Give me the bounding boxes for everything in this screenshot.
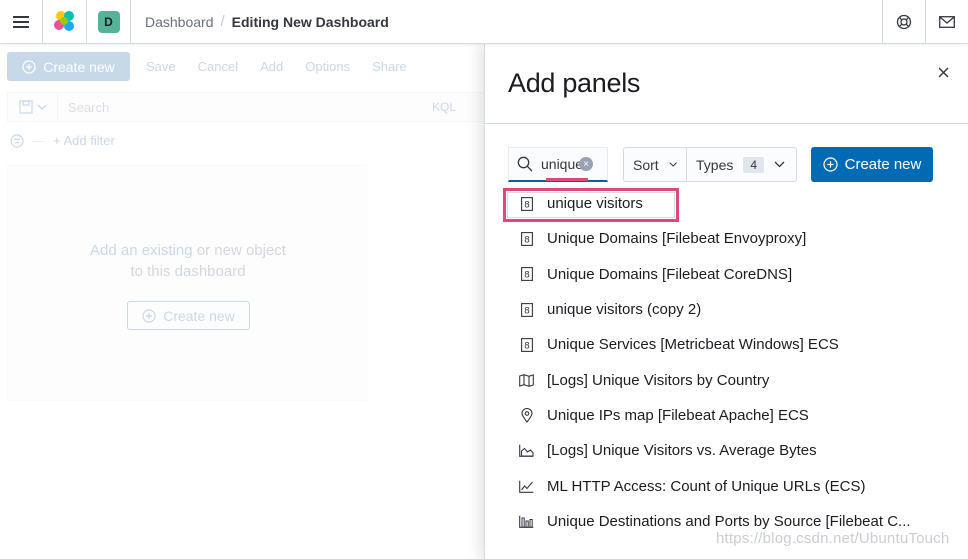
map-pin-icon	[519, 407, 534, 423]
query-language-toggle[interactable]: KQL	[432, 100, 456, 114]
empty-text-rest: or new object	[192, 242, 286, 259]
search-icon	[517, 156, 533, 172]
svg-text:8: 8	[524, 235, 530, 245]
close-icon	[938, 67, 948, 77]
result-label: Unique IPs map [Filebeat Apache] ECS	[547, 406, 809, 424]
elastic-logo[interactable]	[43, 0, 87, 44]
filter-options-icon[interactable]	[10, 133, 24, 148]
list-item[interactable]: Unique IPs map [Filebeat Apache] ECS	[519, 398, 959, 433]
menu-button[interactable]	[0, 0, 43, 44]
dashboard-create-new-label: Create new	[43, 58, 115, 75]
chevron-down-icon	[37, 104, 46, 110]
metric-icon: 8	[519, 302, 534, 318]
query-bar: Search KQL	[7, 92, 485, 122]
line-chart-icon	[519, 478, 534, 494]
add-existing-link[interactable]: Add an existing	[90, 242, 193, 259]
clear-search-icon[interactable]: ×	[579, 157, 594, 171]
list-item[interactable]: 8 Unique Domains [Filebeat Envoyproxy]	[519, 221, 959, 256]
metric-icon: 8	[519, 337, 534, 353]
empty-dashboard-message: Add an existing or new object to this da…	[8, 240, 368, 282]
svg-text:8: 8	[524, 271, 530, 281]
result-label: Unique Destinations and Ports by Source …	[547, 512, 911, 530]
list-item[interactable]: [Logs] Unique Visitors vs. Average Bytes	[519, 433, 959, 468]
elastic-logo-icon	[53, 10, 74, 31]
filter-separator: —	[32, 133, 45, 148]
newsfeed-button[interactable]	[925, 0, 968, 44]
flyout-divider	[485, 123, 968, 124]
types-count-badge: 4	[743, 156, 765, 173]
saved-object-results: 8 unique visitors 8 Unique Domains [File…	[519, 186, 959, 539]
saved-query-button[interactable]	[8, 93, 58, 121]
breadcrumb-current: Editing New Dashboard	[231, 13, 389, 30]
breadcrumb-separator: /	[220, 13, 225, 30]
filter-row: — + Add filter	[10, 133, 115, 148]
bar-chart-icon	[519, 513, 534, 529]
svg-text:8: 8	[524, 341, 530, 351]
nav-save[interactable]: Save	[146, 59, 176, 74]
flyout-create-new-button[interactable]: Create new	[811, 147, 933, 182]
result-label: Unique Services [Metricbeat Windows] ECS	[547, 336, 839, 354]
types-filter-button[interactable]: Types 4	[687, 148, 796, 181]
nav-add[interactable]: Add	[260, 59, 283, 74]
list-item[interactable]: 8 Unique Domains [Filebeat CoreDNS]	[519, 257, 959, 292]
search-annotation-underline	[546, 178, 588, 181]
result-label: Unique Domains [Filebeat Envoyproxy]	[547, 230, 807, 248]
metric-icon: 8	[519, 266, 534, 282]
list-item[interactable]: ML HTTP Access: Count of Unique URLs (EC…	[519, 468, 959, 503]
list-item[interactable]: [Logs] Unique Visitors by Country	[519, 362, 959, 397]
map-icon	[519, 372, 534, 388]
svg-text:8: 8	[524, 306, 530, 316]
add-filter-link[interactable]: + Add filter	[53, 133, 115, 148]
dashboard-top-nav: Create new Save Cancel Add Options Share	[7, 52, 429, 81]
plus-circle-icon	[823, 157, 838, 172]
empty-create-new-label: Create new	[163, 307, 235, 324]
breadcrumb: Dashboard / Editing New Dashboard	[131, 13, 882, 30]
space-selector[interactable]: D	[87, 0, 131, 44]
nav-share[interactable]: Share	[372, 59, 407, 74]
empty-create-new-button[interactable]: Create new	[127, 301, 250, 330]
chevron-down-icon	[774, 161, 785, 168]
add-panels-flyout: Add panels unique × Sort Types 4 Create …	[484, 44, 968, 559]
panel-search-input[interactable]: unique ×	[508, 147, 608, 182]
plus-circle-icon	[22, 59, 36, 74]
flyout-close-button[interactable]	[933, 62, 953, 82]
breadcrumb-dashboard[interactable]: Dashboard	[145, 14, 214, 30]
result-label: Unique Domains [Filebeat CoreDNS]	[547, 265, 793, 283]
flyout-create-new-label: Create new	[844, 156, 922, 173]
result-label: ML HTTP Access: Count of Unique URLs (EC…	[547, 477, 866, 495]
plus-circle-icon	[142, 308, 156, 323]
query-search-input[interactable]: Search	[58, 100, 432, 115]
top-header: D Dashboard / Editing New Dashboard	[0, 0, 968, 44]
metric-icon: 8	[519, 231, 534, 247]
result-label: unique visitors (copy 2)	[547, 301, 702, 319]
watermark: https://blog.csdn.net/UbuntuTouch	[716, 530, 950, 547]
save-icon	[18, 100, 33, 114]
chevron-down-icon	[669, 162, 677, 167]
help-lifebuoy-icon	[896, 14, 912, 29]
panel-filter-group: Sort Types 4	[623, 147, 797, 182]
nav-options[interactable]: Options	[305, 59, 350, 74]
nav-cancel[interactable]: Cancel	[198, 59, 238, 74]
dashboard-create-new-button[interactable]: Create new	[7, 52, 130, 81]
list-item[interactable]: 8 Unique Services [Metricbeat Windows] E…	[519, 327, 959, 362]
result-label: [Logs] Unique Visitors by Country	[547, 371, 770, 389]
sort-button[interactable]: Sort	[624, 148, 687, 181]
list-item[interactable]: 8 unique visitors (copy 2)	[519, 292, 959, 327]
help-button[interactable]	[882, 0, 925, 44]
result-label: [Logs] Unique Visitors vs. Average Bytes	[547, 442, 817, 460]
sort-label: Sort	[633, 156, 659, 173]
highlight-annotation-box	[503, 188, 679, 222]
types-label: Types	[696, 156, 734, 173]
mail-icon	[939, 15, 955, 28]
flyout-title: Add panels	[508, 68, 641, 98]
hamburger-icon	[13, 15, 29, 28]
empty-text-line2: to this dashboard	[130, 263, 246, 280]
area-chart-icon	[519, 443, 534, 459]
empty-dashboard-panel: Add an existing or new object to this da…	[7, 165, 367, 401]
panel-search-value: unique	[541, 156, 584, 172]
space-avatar: D	[97, 10, 120, 33]
